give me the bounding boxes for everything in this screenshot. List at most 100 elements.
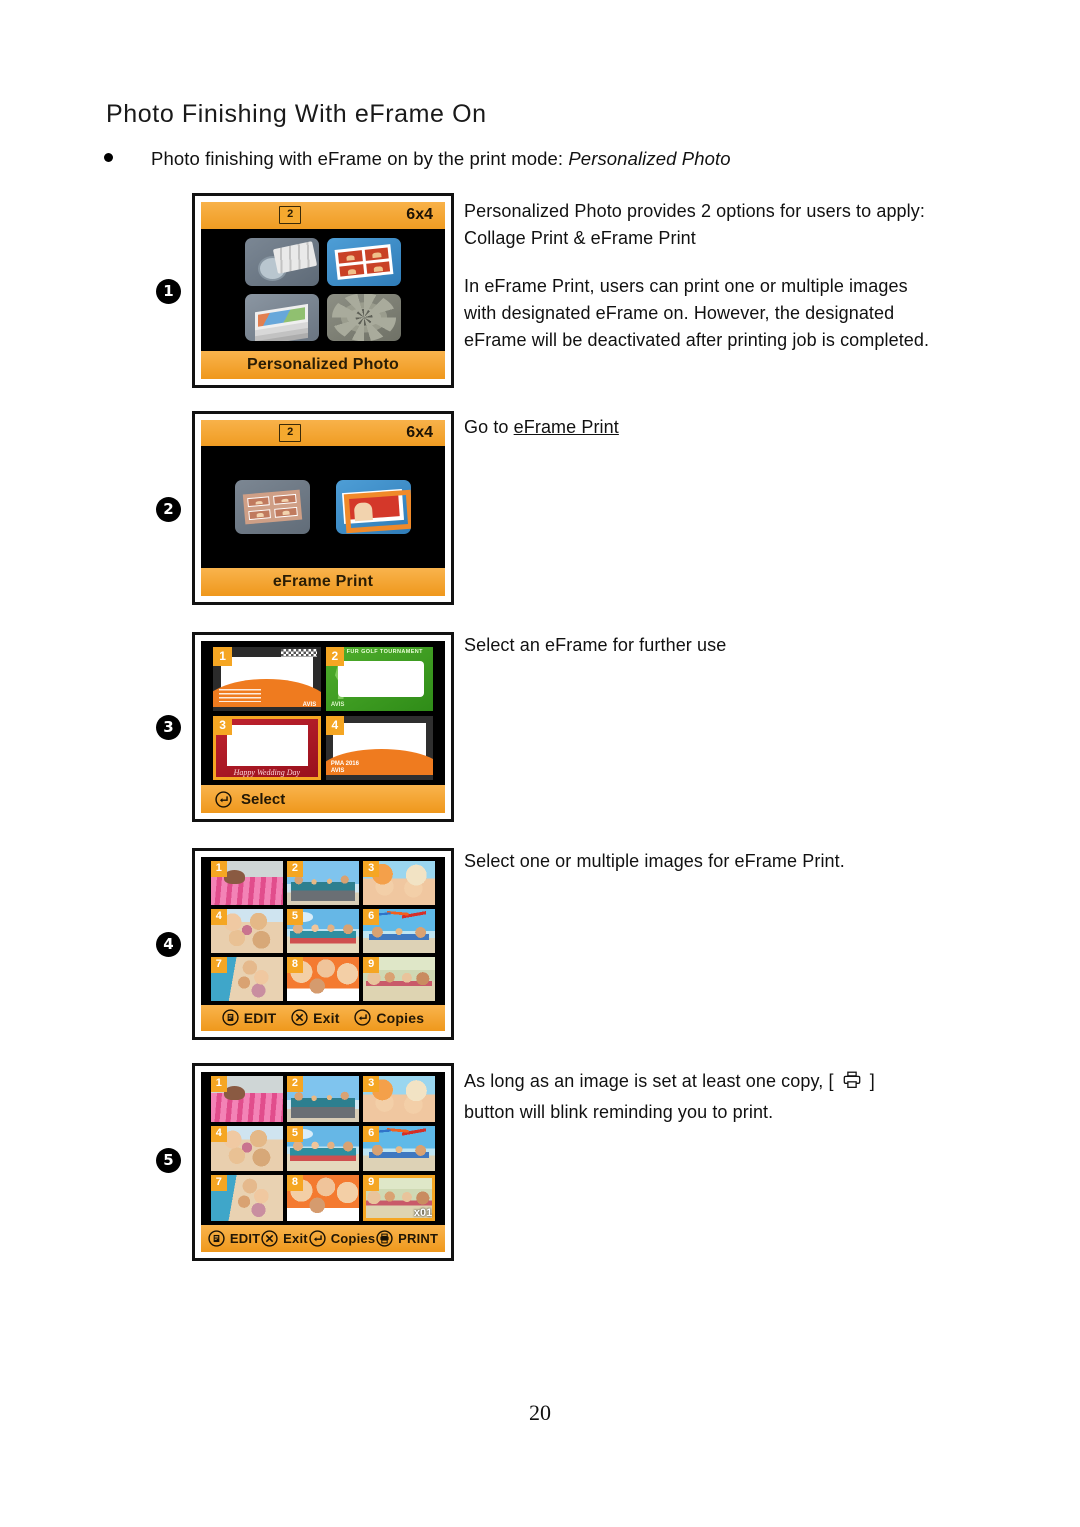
note-5: As long as an image is set at least one … — [464, 1068, 934, 1126]
edit-icon — [222, 1009, 239, 1027]
eframe-number: 3 — [213, 715, 232, 735]
photo-thumb-9[interactable]: 9 — [363, 957, 436, 1002]
thumb-number: 4 — [210, 908, 227, 925]
photo-thumb-1[interactable]: 1 — [210, 1075, 283, 1122]
photo-collage-icon[interactable] — [327, 238, 402, 286]
select-label: Select — [241, 790, 286, 808]
photo-thumb-8[interactable]: 8 — [286, 1175, 360, 1222]
photo-thumb-4[interactable]: 4 — [210, 1125, 283, 1172]
eframe-caption-lines — [218, 689, 262, 702]
four-up-frame-icon[interactable] — [235, 480, 310, 534]
print-button[interactable]: PRINT — [376, 1230, 438, 1247]
eframe-option-3[interactable]: 3 Happy Wedding Day — [213, 715, 321, 780]
thumb-number: 5 — [286, 1125, 304, 1142]
thumb-number: 6 — [363, 1125, 380, 1142]
screenshot-eframe-print: 2 6x4 eFrame Print — [192, 411, 454, 605]
eframe-option-2[interactable]: 2 MET FUR GOLF TOURNAMENT AVIS — [325, 646, 433, 711]
eframe-brand: AVIS — [330, 702, 345, 709]
status-badge: 2 — [279, 424, 302, 443]
page-title: Photo Finishing With eFrame On — [106, 100, 487, 128]
edit-button[interactable]: EDIT — [222, 1009, 277, 1027]
thumb-number: 4 — [210, 1125, 227, 1142]
copies-button[interactable]: Copies — [309, 1230, 376, 1247]
screenshot-eframe-chooser: 1 AVIS 2 MET FUR GOLF TOURNAMENT AVIS 3 … — [192, 632, 454, 822]
photo-thumb-3[interactable]: 3 — [363, 1075, 436, 1122]
eframe-option-1[interactable]: 1 AVIS — [213, 646, 321, 711]
photo-thumb-6[interactable]: 6 — [363, 1125, 436, 1172]
enter-key-icon — [309, 1230, 326, 1247]
note-5-part-1: As long as an image is set at least one … — [464, 1071, 834, 1091]
photo-thumb-5[interactable]: 5 — [286, 1125, 360, 1172]
thumb-number: 1 — [210, 860, 227, 877]
printer-icon — [841, 1069, 863, 1099]
photo-grid: 1 2 3 4 5 6 7 8 9 — [210, 860, 436, 1002]
photo-thumb-4[interactable]: 4 — [210, 908, 283, 954]
eframe-grid: 1 AVIS 2 MET FUR GOLF TOURNAMENT AVIS 3 … — [213, 646, 433, 780]
eframe-number: 1 — [213, 646, 232, 666]
thumb-number: 1 — [210, 1075, 227, 1092]
status-badge: 2 — [279, 206, 302, 225]
eframe-caption: MET FUR GOLF TOURNAMENT — [331, 649, 423, 656]
step-marker-4: 4 — [156, 932, 181, 957]
exit-button[interactable]: Exit — [291, 1009, 340, 1027]
gear-icon[interactable] — [327, 293, 402, 341]
screen-stage — [201, 446, 445, 568]
photo-stack-icon[interactable] — [244, 293, 319, 341]
thumb-number: 9 — [363, 1175, 380, 1192]
note-1-line-1: Personalized Photo provides 2 options fo… — [464, 201, 925, 221]
thumb-number: 2 — [286, 1075, 304, 1092]
screenshot-image-select: 1 2 3 4 5 6 7 8 9 EDIT Exit Copies — [192, 848, 454, 1040]
eframe-card-icon[interactable] — [336, 480, 411, 534]
photo-thumb-9[interactable]: 9 x01 — [363, 1175, 436, 1222]
screen-stage: 1 AVIS 2 MET FUR GOLF TOURNAMENT AVIS 3 … — [201, 641, 445, 786]
exit-label: Exit — [313, 1009, 340, 1026]
thumb-number: 5 — [286, 908, 304, 925]
note-1: Personalized Photo provides 2 options fo… — [464, 198, 954, 354]
eframe-photo-area — [338, 660, 425, 697]
photo-thumb-7[interactable]: 7 — [210, 1175, 283, 1222]
screen-stage — [201, 228, 445, 351]
status-bar: 2 6x4 — [201, 420, 445, 447]
action-bar: EDIT Exit Copies — [201, 1225, 445, 1252]
photo-thumb-2[interactable]: 2 — [286, 860, 360, 905]
photo-thumb-5[interactable]: 5 — [286, 908, 360, 954]
thumb-number: 6 — [363, 908, 380, 925]
photo-thumb-1[interactable]: 1 — [210, 860, 283, 905]
photo-thumb-6[interactable]: 6 — [363, 908, 436, 954]
photo-thumb-8[interactable]: 8 — [286, 957, 360, 1002]
eframe-number: 4 — [325, 715, 345, 735]
thumb-number: 3 — [363, 860, 380, 877]
screen-footer-label: Personalized Photo — [201, 350, 445, 379]
photo-thumb-3[interactable]: 3 — [363, 860, 436, 905]
print-size-label: 6x4 — [406, 424, 433, 442]
edit-label: EDIT — [243, 1009, 277, 1026]
edit-button[interactable]: EDIT — [208, 1230, 260, 1247]
photo-thumb-2[interactable]: 2 — [286, 1075, 360, 1122]
note-2: Go to eFrame Print — [464, 414, 619, 441]
note-5-line-2: button will blink reminding you to print… — [464, 1102, 774, 1122]
bullet-text: Photo finishing with eFrame on by the pr… — [151, 148, 731, 170]
copies-button[interactable]: Copies — [354, 1009, 424, 1027]
exit-button[interactable]: Exit — [261, 1230, 308, 1247]
eframe-option-4[interactable]: 4 PMA 2016 AVIS — [325, 715, 433, 780]
note-4: Select one or multiple images for eFrame… — [464, 851, 845, 871]
note-5-line-1: As long as an image is set at least one … — [464, 1068, 934, 1099]
select-action-bar[interactable]: Select — [201, 785, 445, 813]
printer-icon — [376, 1230, 393, 1247]
note-3: Select an eFrame for further use — [464, 635, 727, 655]
mode-icon-pair — [235, 480, 411, 534]
screen-stage: 1 2 3 4 5 6 7 8 9 x01 — [201, 1072, 445, 1225]
clock-collage-icon[interactable] — [244, 238, 319, 286]
screen-stage: 1 2 3 4 5 6 7 8 9 — [201, 857, 445, 1005]
screenshot-image-select-print: 1 2 3 4 5 6 7 8 9 x01 EDIT Exit Copies P… — [192, 1063, 454, 1261]
photo-thumb-7[interactable]: 7 — [210, 957, 283, 1002]
enter-key-icon — [354, 1009, 371, 1027]
screen-footer-label: eFrame Print — [201, 567, 445, 596]
print-size-label: 6x4 — [406, 206, 433, 224]
note-2-prefix: Go to — [464, 417, 514, 437]
copy-count-badge: x01 — [413, 1207, 433, 1220]
enter-key-icon — [215, 791, 232, 808]
thumb-number: 8 — [286, 957, 304, 974]
action-bar: EDIT Exit Copies — [201, 1004, 445, 1031]
photo-grid: 1 2 3 4 5 6 7 8 9 x01 — [210, 1075, 436, 1222]
